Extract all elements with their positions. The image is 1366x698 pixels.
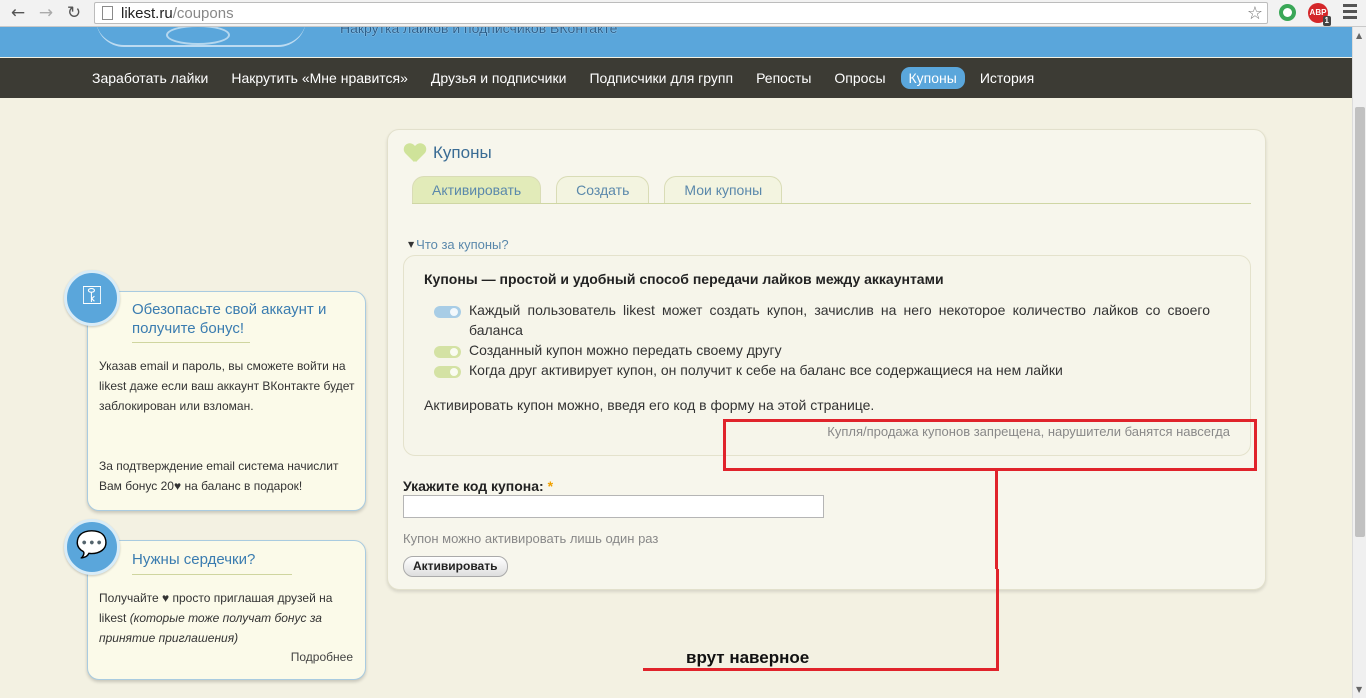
coupon-code-input[interactable] <box>403 495 824 518</box>
tabs-underline <box>412 203 1251 204</box>
secure-widget-text-2: За подтверждение email система начислит … <box>99 459 339 493</box>
hearts-widget-text-italic: (которые тоже получат бонус за принятие … <box>99 611 322 645</box>
triangle-down-icon: ▼ <box>408 240 415 249</box>
annotation-text: врут наверное <box>686 648 810 667</box>
bullet-icon <box>434 306 461 318</box>
nav-item[interactable]: Подписчики для групп <box>581 67 741 89</box>
speech-bubble-icon: 💬 <box>64 519 120 575</box>
info-list: Каждый пользователь likest может создать… <box>434 300 1210 380</box>
annotation-line-2 <box>996 569 999 671</box>
key-heart-icon: ⚿ <box>64 270 120 326</box>
reload-icon[interactable]: ↻ <box>64 3 84 23</box>
nav-item[interactable]: Репосты <box>748 67 819 89</box>
secure-account-widget: ⚿ Обезопасьте свой аккаунт и получите бо… <box>64 270 366 511</box>
browser-menu-icon[interactable] <box>1343 4 1359 22</box>
url-text: likest.ru/coupons <box>121 5 234 22</box>
annotation-box <box>723 419 1257 471</box>
bullet-icon <box>434 346 461 358</box>
info-list-item: Каждый пользователь likest может создать… <box>434 300 1210 340</box>
scroll-down-icon[interactable]: ▼ <box>1356 685 1362 694</box>
nav-item[interactable]: Друзья и подписчики <box>423 67 575 89</box>
secure-widget-divider <box>132 342 250 343</box>
scrollbar-thumb[interactable] <box>1355 107 1365 537</box>
coupon-code-label-text: Укажите код купона: <box>403 478 544 494</box>
url-path: /coupons <box>172 5 234 22</box>
top-navigation: Заработать лайки Накрутить «Мне нравится»… <box>0 58 1352 98</box>
adblock-icon[interactable]: ABP 1 <box>1308 3 1331 26</box>
nav-item[interactable]: Купоны <box>900 67 965 89</box>
hearts-widget-title: Нужны сердечки? <box>132 551 256 568</box>
scroll-up-icon[interactable]: ▲ <box>1356 31 1362 40</box>
forward-icon[interactable]: → <box>36 3 56 23</box>
hearts-widget: 💬 Нужны сердечки? Получайте ♥ просто при… <box>64 519 366 680</box>
required-mark: * <box>547 478 554 494</box>
info-list-item-text: Каждый пользователь likest может создать… <box>469 302 1210 338</box>
panel-title: Купоны <box>404 142 492 164</box>
bookmark-star-icon[interactable]: ☆ <box>1247 3 1263 24</box>
site-header: Накрутка лайков и подписчиков ВКонтакте <box>0 27 1352 57</box>
nav-item[interactable]: Заработать лайки <box>84 67 216 89</box>
logo-ornament <box>96 27 306 47</box>
page-scrollbar[interactable]: ▲ ▼ <box>1352 27 1366 698</box>
coupon-tabs: Активировать Создать Мои купоны <box>412 176 797 204</box>
activate-button[interactable]: Активировать <box>403 556 508 577</box>
url-domain: likest.ru <box>121 5 173 22</box>
hearts-widget-divider <box>132 574 292 575</box>
nav-list: Заработать лайки Накрутить «Мне нравится»… <box>84 67 1049 89</box>
secure-widget-text-1: Указав email и пароль, вы сможете войти … <box>99 359 355 413</box>
info-list-item-text: Созданный купон можно передать своему др… <box>469 342 782 358</box>
browser-toolbar: ← → ↻ likest.ru/coupons ☆ ABP 1 <box>0 0 1366 27</box>
annotation-line-3 <box>643 668 999 671</box>
coupons-panel: Купоны Активировать Создать Мои купоны ▼ Чт… <box>387 129 1266 590</box>
annotation-line-1 <box>995 471 998 569</box>
nav-item[interactable]: История <box>972 67 1042 89</box>
bullet-icon <box>434 366 461 378</box>
info-list-item: Когда друг активирует купон, он получит … <box>434 360 1210 380</box>
more-link[interactable]: Подробнее <box>291 650 353 664</box>
tab-create[interactable]: Создать <box>556 176 650 204</box>
faq-toggle-label[interactable]: Что за купоны? <box>416 237 508 252</box>
secure-widget-title: Обезопасьте свой аккаунт и получите бону… <box>132 301 327 337</box>
coupon-code-hint: Купон можно активировать лишь один раз <box>403 531 659 546</box>
nav-item[interactable]: Опросы <box>826 67 893 89</box>
hearts-widget-text: Получайте ♥ просто приглашая друзей на l… <box>99 588 359 648</box>
info-list-item-text: Когда друг активирует купон, он получит … <box>469 362 1063 378</box>
heart-icon <box>404 143 426 163</box>
tab-activate[interactable]: Активировать <box>412 176 542 204</box>
info-note: Активировать купон можно, введя его код … <box>424 397 875 413</box>
back-icon[interactable]: ← <box>8 3 28 23</box>
tab-my-coupons[interactable]: Мои купоны <box>664 176 783 204</box>
site-tagline: Накрутка лайков и подписчиков ВКонтакте <box>340 27 618 36</box>
info-title: Купоны — простой и удобный способ переда… <box>424 271 944 287</box>
page-icon <box>102 6 113 20</box>
panel-title-text: Купоны <box>433 143 492 162</box>
info-list-item: Созданный купон можно передать своему др… <box>434 340 1210 360</box>
address-bar[interactable]: likest.ru/coupons ☆ <box>94 2 1268 24</box>
coupon-code-label: Укажите код купона: * <box>403 478 553 494</box>
nav-item[interactable]: Накрутить «Мне нравится» <box>223 67 416 89</box>
extension-icon[interactable] <box>1279 4 1296 21</box>
faq-toggle[interactable]: ▼ Что за купоны? <box>408 237 509 252</box>
adblock-count: 1 <box>1322 16 1331 26</box>
